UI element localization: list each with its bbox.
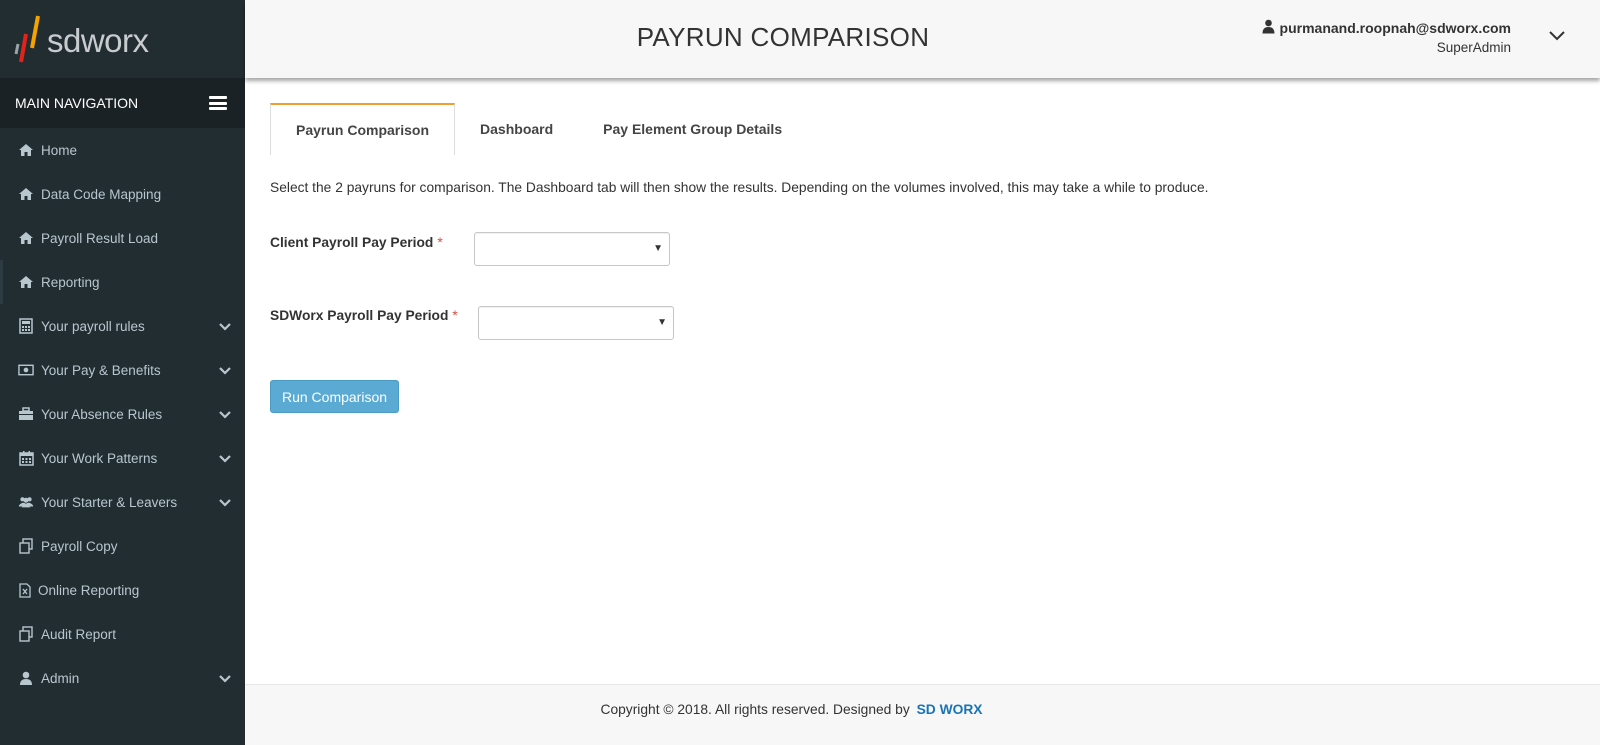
sidebar-item-audit-report[interactable]: Audit Report: [0, 612, 245, 656]
client-pay-period-label: Client Payroll Pay Period *: [270, 235, 443, 250]
briefcase-icon: [18, 406, 34, 422]
sidebar-item-data-code-mapping[interactable]: Data Code Mapping: [0, 172, 245, 216]
sidebar: sdworx MAIN NAVIGATION Home Data Code Ma…: [0, 0, 245, 745]
sidebar-item-label: Your Work Patterns: [41, 450, 158, 466]
sidebar-item-your-absence-rules[interactable]: Your Absence Rules: [0, 392, 245, 436]
sidebar-item-reporting[interactable]: Reporting: [0, 260, 245, 304]
required-marker: *: [437, 235, 443, 250]
user-role: SuperAdmin: [1436, 40, 1511, 55]
file-excel-icon: [18, 582, 31, 598]
sidebar-item-admin[interactable]: Admin: [0, 656, 245, 700]
required-marker: *: [452, 308, 458, 323]
chevron-down-icon[interactable]: [219, 495, 231, 510]
footer-text: Copyright © 2018. All rights reserved. D…: [245, 702, 1338, 717]
sdworx-pay-period-select[interactable]: ▼: [478, 306, 674, 340]
sidebar-item-label: Online Reporting: [38, 582, 140, 598]
sidebar-item-payroll-result-load[interactable]: Payroll Result Load: [0, 216, 245, 260]
client-pay-period-label-text: Client Payroll Pay Period: [270, 235, 434, 250]
home-icon: [18, 186, 34, 202]
user-email-text: purmanand.roopnah@sdworx.com: [1279, 20, 1511, 36]
sidebar-item-label: Reporting: [41, 274, 100, 290]
copy-icon: [18, 538, 34, 554]
sidebar-item-label: Home: [41, 142, 78, 158]
sidebar-item-online-reporting[interactable]: Online Reporting: [0, 568, 245, 612]
sidebar-item-your-work-patterns[interactable]: Your Work Patterns: [0, 436, 245, 480]
chevron-down-icon[interactable]: [1549, 28, 1565, 46]
chevron-down-icon[interactable]: [219, 451, 231, 466]
calculator-icon: [18, 318, 34, 334]
sidebar-item-home[interactable]: Home: [0, 128, 245, 172]
chevron-down-icon[interactable]: [219, 363, 231, 378]
sidebar-item-label: Your Pay & Benefits: [41, 362, 161, 378]
sdworx-logo-icon: [14, 15, 40, 63]
page-title: PAYRUN COMPARISON: [636, 22, 930, 52]
money-icon: [18, 362, 34, 378]
user-email[interactable]: purmanand.roopnah@sdworx.com: [1262, 19, 1511, 37]
tab-payrun-comparison[interactable]: Payrun Comparison: [270, 103, 456, 155]
sidebar-item-payroll-copy[interactable]: Payroll Copy: [0, 524, 245, 568]
users-icon: [18, 494, 34, 510]
main-navigation-label: MAIN NAVIGATION: [15, 95, 139, 111]
sidebar-item-your-payroll-rules[interactable]: Your payroll rules: [0, 304, 245, 348]
logo[interactable]: sdworx: [0, 0, 245, 78]
logo-text: sdworx: [47, 22, 149, 59]
sidebar-item-label: Payroll Copy: [41, 538, 118, 554]
tab-bar: Payrun Comparison Dashboard Pay Element …: [270, 103, 807, 155]
calendar-icon: [18, 450, 34, 466]
home-icon: [18, 142, 34, 158]
hamburger-menu-icon[interactable]: [209, 96, 227, 110]
chevron-down-icon[interactable]: [219, 671, 231, 686]
caret-down-icon: ▼: [653, 243, 663, 254]
tab-dashboard[interactable]: Dashboard: [455, 103, 578, 155]
sidebar-item-label: Your Starter & Leavers: [41, 494, 178, 510]
user-icon: [18, 670, 34, 686]
client-pay-period-select[interactable]: ▼: [474, 232, 670, 266]
main-navigation-header: MAIN NAVIGATION: [0, 78, 245, 128]
sidebar-item-label: Your Absence Rules: [41, 406, 163, 422]
main-content: Payrun Comparison Dashboard Pay Element …: [245, 78, 1600, 684]
user-icon: [1262, 19, 1275, 37]
sidebar-item-your-starter-leavers[interactable]: Your Starter & Leavers: [0, 480, 245, 524]
tab-pay-element-group-details[interactable]: Pay Element Group Details: [578, 103, 807, 155]
sidebar-item-label: Data Code Mapping: [41, 186, 162, 202]
sidebar-item-label: Admin: [41, 670, 80, 686]
top-header: PAYRUN COMPARISON purmanand.roopnah@sdwo…: [245, 0, 1600, 78]
chevron-down-icon[interactable]: [219, 319, 231, 334]
sidebar-item-label: Payroll Result Load: [41, 230, 159, 246]
sdworx-pay-period-label-text: SDWorx Payroll Pay Period: [270, 308, 449, 323]
home-icon: [18, 274, 34, 290]
copyright-text: Copyright © 2018. All rights reserved. D…: [600, 702, 910, 717]
copy-icon: [18, 626, 34, 642]
sidebar-item-label: Audit Report: [41, 626, 117, 642]
chevron-down-icon[interactable]: [219, 407, 231, 422]
caret-down-icon: ▼: [657, 317, 667, 328]
sdworx-pay-period-label: SDWorx Payroll Pay Period *: [270, 308, 458, 323]
sidebar-item-your-pay-benefits[interactable]: Your Pay & Benefits: [0, 348, 245, 392]
run-comparison-button[interactable]: Run Comparison: [270, 380, 399, 413]
home-icon: [18, 230, 34, 246]
sdworx-link[interactable]: SD WORX: [917, 702, 983, 717]
footer: Copyright © 2018. All rights reserved. D…: [245, 684, 1600, 745]
sidebar-item-label: Your payroll rules: [41, 318, 145, 334]
instructions-text: Select the 2 payruns for comparison. The…: [270, 180, 1209, 195]
